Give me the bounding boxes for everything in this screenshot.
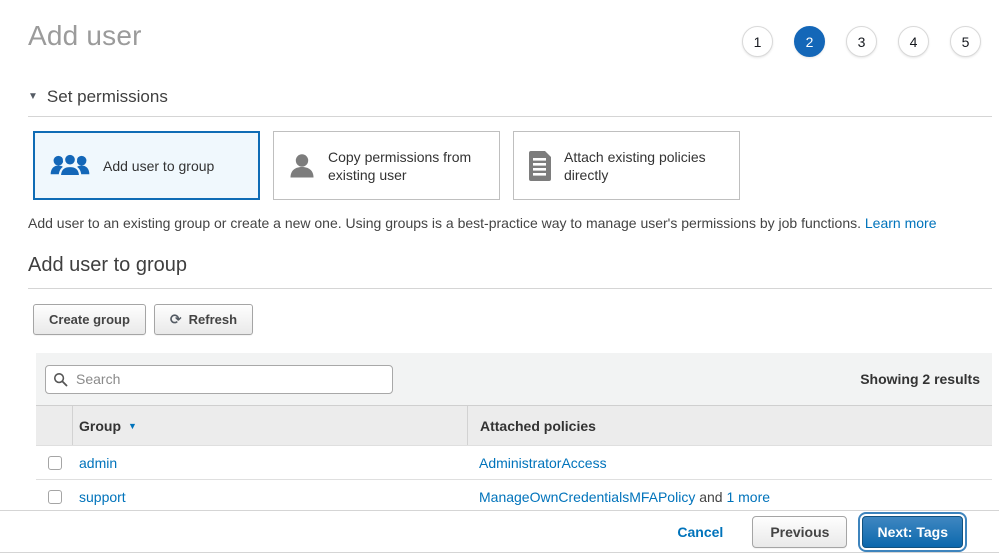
column-header-group[interactable]: Group ▼ xyxy=(73,418,467,434)
option-attach-policies[interactable]: Attach existing policies directly xyxy=(513,131,740,200)
row-checkbox[interactable] xyxy=(48,490,62,504)
step-1[interactable]: 1 xyxy=(742,26,773,57)
set-permissions-section-toggle[interactable]: ▼ Set permissions xyxy=(28,87,971,107)
group-cell: admin xyxy=(73,455,467,471)
policies-cell: ManageOwnCredentialsMFAPolicy and 1 more xyxy=(467,489,992,505)
table-row-support: support ManageOwnCredentialsMFAPolicy an… xyxy=(36,479,992,513)
description-text: Add user to an existing group or create … xyxy=(28,215,861,231)
refresh-button[interactable]: ⟳ Refresh xyxy=(154,304,253,335)
select-all-cell xyxy=(36,406,73,445)
search-box xyxy=(45,365,393,394)
add-user-wizard-page: Add user 1 2 3 4 5 ▼ Set permissions xyxy=(0,0,999,557)
row-checkbox[interactable] xyxy=(48,456,62,470)
policies-cell: AdministratorAccess xyxy=(467,455,992,471)
group-column-label: Group xyxy=(79,418,121,434)
option-add-user-to-group[interactable]: Add user to group xyxy=(33,131,260,200)
permission-option-cards: Add user to group Copy permissions from … xyxy=(33,131,999,200)
policies-column-label: Attached policies xyxy=(480,418,596,434)
step-indicator: 1 2 3 4 5 xyxy=(742,26,981,57)
checkbox-cell xyxy=(36,446,73,479)
step-5[interactable]: 5 xyxy=(950,26,981,57)
results-count: Showing 2 results xyxy=(860,371,980,387)
policy-link[interactable]: ManageOwnCredentialsMFAPolicy xyxy=(479,489,695,505)
create-group-button[interactable]: Create group xyxy=(33,304,146,335)
previous-label: Previous xyxy=(770,524,829,540)
and-text: and xyxy=(699,489,722,505)
group-cell: support xyxy=(73,489,467,505)
section-title: Set permissions xyxy=(47,87,168,107)
groups-table: Showing 2 results Group ▼ Attached polic… xyxy=(36,353,992,514)
option-copy-permissions[interactable]: Copy permissions from existing user xyxy=(273,131,500,200)
page-title: Add user xyxy=(28,20,142,52)
checkbox-cell xyxy=(36,480,73,513)
search-input[interactable] xyxy=(45,365,393,394)
refresh-icon: ⟳ xyxy=(170,313,182,327)
section-description: Add user to an existing group or create … xyxy=(28,215,971,231)
cancel-link[interactable]: Cancel xyxy=(677,524,723,540)
learn-more-link[interactable]: Learn more xyxy=(865,215,937,231)
user-group-icon xyxy=(48,151,92,180)
step-4[interactable]: 4 xyxy=(898,26,929,57)
next-tags-button[interactable]: Next: Tags xyxy=(862,516,963,548)
search-icon xyxy=(53,372,68,392)
step-2-active[interactable]: 2 xyxy=(794,26,825,57)
add-user-to-group-title: Add user to group xyxy=(28,254,992,289)
table-toolbar: Showing 2 results xyxy=(36,353,992,405)
create-group-label: Create group xyxy=(49,312,130,327)
group-toolbar: Create group ⟳ Refresh xyxy=(33,304,999,335)
wizard-footer: Cancel Previous Next: Tags xyxy=(0,510,999,553)
step-3[interactable]: 3 xyxy=(846,26,877,57)
option-label: Copy permissions from existing user xyxy=(328,148,489,184)
user-icon xyxy=(287,151,317,181)
policy-link[interactable]: AdministratorAccess xyxy=(479,455,607,471)
table-header-row: Group ▼ Attached policies xyxy=(36,405,992,445)
wizard-header: Add user 1 2 3 4 5 xyxy=(0,0,999,57)
collapse-arrow-icon: ▼ xyxy=(28,91,38,102)
column-header-attached-policies[interactable]: Attached policies xyxy=(467,406,992,445)
table-row-admin: admin AdministratorAccess xyxy=(36,445,992,479)
option-label: Attach existing policies directly xyxy=(564,148,729,184)
refresh-label: Refresh xyxy=(189,312,237,327)
section-divider xyxy=(28,116,992,117)
group-link[interactable]: admin xyxy=(79,455,117,471)
document-icon xyxy=(527,151,553,181)
more-policies-link[interactable]: 1 more xyxy=(726,489,770,505)
group-link[interactable]: support xyxy=(79,489,126,505)
option-label: Add user to group xyxy=(103,157,214,175)
sort-desc-icon: ▼ xyxy=(128,421,137,431)
next-label: Next: Tags xyxy=(877,524,948,540)
previous-button[interactable]: Previous xyxy=(752,516,847,548)
